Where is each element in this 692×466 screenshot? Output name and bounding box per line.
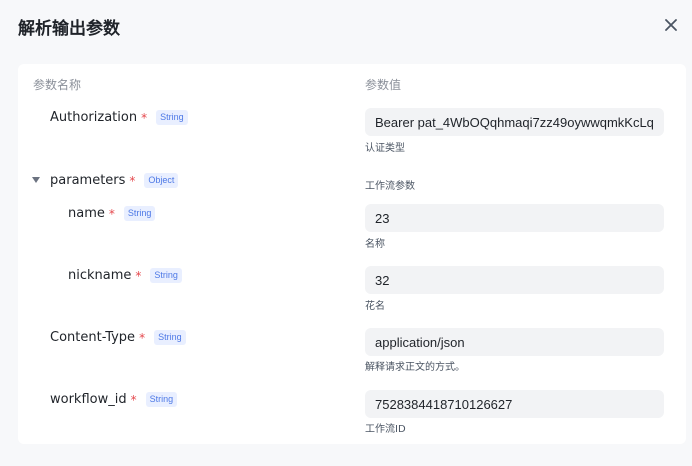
param-name: name xyxy=(68,206,105,221)
required-marker: * xyxy=(139,330,146,345)
param-name: workflow_id xyxy=(50,392,127,407)
param-row-parameters: parameters * Object xyxy=(50,173,179,188)
required-marker: * xyxy=(135,268,142,283)
param-row-workflow-id: workflow_id * String xyxy=(50,392,178,407)
param-name: Authorization xyxy=(50,110,138,125)
type-tag: String xyxy=(156,110,188,125)
close-button[interactable] xyxy=(660,14,682,36)
param-description: 花名 xyxy=(365,301,385,312)
column-header-value: 参数值 xyxy=(365,78,402,92)
name-value-input[interactable] xyxy=(365,204,664,232)
content-type-value-input[interactable] xyxy=(365,328,664,356)
nickname-value-input[interactable] xyxy=(365,266,664,294)
param-description: 工作流ID xyxy=(365,424,406,435)
required-marker: * xyxy=(108,206,115,221)
type-tag: Object xyxy=(144,173,179,188)
authorization-value-input[interactable] xyxy=(365,108,664,136)
param-name: parameters xyxy=(50,173,126,188)
type-tag: String xyxy=(123,206,156,221)
close-icon xyxy=(665,19,677,31)
column-header-name: 参数名称 xyxy=(33,78,82,92)
required-marker: * xyxy=(129,173,136,188)
collapse-caret-icon[interactable] xyxy=(32,177,40,183)
param-description: 认证类型 xyxy=(365,143,405,154)
parse-output-params-dialog: 解析输出参数 参数名称 参数值 Authorization * String 认… xyxy=(0,0,692,466)
dialog-title: 解析输出参数 xyxy=(18,19,120,39)
type-tag: String xyxy=(150,268,182,283)
required-marker: * xyxy=(141,110,148,125)
param-row-content-type: Content-Type * String xyxy=(50,330,186,345)
param-name: nickname xyxy=(68,268,132,283)
type-tag: String xyxy=(145,392,178,407)
param-description: 解释请求正文的方式。 xyxy=(365,362,465,373)
param-row-authorization: Authorization * String xyxy=(50,110,188,125)
param-row-nickname: nickname * String xyxy=(68,268,182,283)
param-name: Content-Type xyxy=(50,330,136,345)
required-marker: * xyxy=(130,392,137,407)
param-row-name: name * String xyxy=(68,206,156,221)
param-description: 工作流参数 xyxy=(365,181,415,192)
type-tag: String xyxy=(154,330,186,345)
param-description: 名称 xyxy=(365,239,385,250)
workflow-id-value-input[interactable] xyxy=(365,390,664,418)
